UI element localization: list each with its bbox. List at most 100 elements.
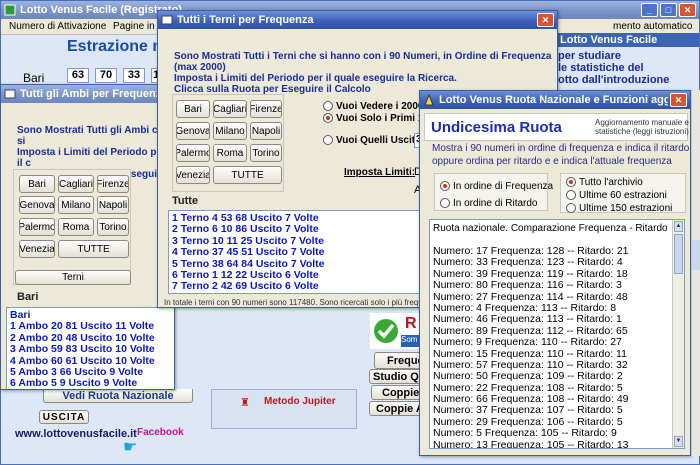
list-scrollbar[interactable]: ▲ ▼ bbox=[672, 220, 684, 448]
list-item[interactable]: Numero: 80 Frequenza: 116 -- Ritardo: 3 bbox=[433, 279, 681, 291]
radio-150[interactable] bbox=[566, 203, 576, 214]
option-2000[interactable]: Vuoi Vedere i 2000 T bbox=[323, 101, 432, 112]
maximize-icon[interactable]: □ bbox=[660, 3, 677, 17]
facebook-link[interactable]: Facebook bbox=[137, 427, 184, 438]
terni-list[interactable]: 1 Terno 4 53 68 Uscito 7 Volte 2 Terno 6… bbox=[168, 210, 426, 294]
studio-button[interactable]: Studio Qua bbox=[369, 369, 424, 384]
ruota-nazionale-label: Vedi Ruota Nazionale bbox=[62, 389, 174, 402]
list-item[interactable]: 7 Terno 2 42 69 Uscito 6 Volte bbox=[172, 280, 422, 292]
ambi-titlebar[interactable]: Tutti gli Ambi per Frequenza bbox=[1, 85, 174, 103]
minimize-icon[interactable]: _ bbox=[641, 3, 658, 17]
website-link[interactable]: www.lottovenusfacile.it bbox=[15, 428, 137, 440]
right-panel-line: le statistiche del bbox=[558, 62, 644, 74]
right-panel-title: Lotto Venus Facile bbox=[554, 33, 699, 47]
terni-wheel-palermo[interactable]: Palermo bbox=[176, 144, 210, 162]
right-info-panel: Lotto Venus Facile per studiare le stati… bbox=[554, 33, 699, 93]
list-item[interactable]: 3 Ambo 59 83 Uscito 10 Volte bbox=[10, 343, 172, 355]
ambi-list[interactable]: Bari 1 Ambo 20 81 Uscito 11 Volte 2 Ambo… bbox=[6, 307, 174, 389]
order-ritardo[interactable]: In ordine di Ritardo bbox=[440, 198, 538, 209]
close-icon[interactable]: ✕ bbox=[670, 93, 687, 107]
undicesima-subnote: Aggiornamento manuale e statistiche (leg… bbox=[595, 118, 689, 136]
ambi-wheel-bari[interactable]: Bari bbox=[19, 175, 55, 193]
radio-frequenza[interactable] bbox=[440, 181, 450, 192]
ambi-wheel-palermo[interactable]: Palermo bbox=[19, 218, 55, 236]
order-ritardo-label: In ordine di Ritardo bbox=[453, 198, 538, 209]
main-scrollbar[interactable] bbox=[691, 90, 700, 456]
radio-ritardo[interactable] bbox=[440, 198, 450, 209]
menu-attivazione[interactable]: Numero di Attivazione bbox=[9, 21, 106, 32]
order-frequenza[interactable]: In ordine di Frequenza bbox=[440, 181, 553, 192]
range-60[interactable]: Ultime 60 estrazioni bbox=[566, 190, 667, 201]
ambi-wheel-genova[interactable]: Genova bbox=[19, 196, 55, 214]
option-usciti[interactable]: Vuoi Quelli Usciti bbox=[323, 135, 418, 146]
subnote-line: statistiche (leggi istruzioni) bbox=[595, 127, 689, 136]
terni-wheel-cagliari[interactable]: Cagliari bbox=[213, 100, 247, 118]
subnote-line: Aggiornamento manuale e bbox=[595, 118, 689, 127]
checkmark-icon bbox=[374, 319, 398, 343]
ambi-desc-line: Imposta i Limiti del Periodo per il c bbox=[17, 147, 166, 169]
radio-60[interactable] bbox=[566, 190, 576, 201]
ambi-wheel-cagliari[interactable]: Cagliari bbox=[58, 175, 94, 193]
radio-tutto[interactable] bbox=[566, 177, 576, 188]
terni-desc-line: Sono Mostrati Tutti i Terni che si hanno… bbox=[174, 51, 552, 73]
ambi-desc-line: Sono Mostrati Tutti gli Ambi che si bbox=[17, 125, 170, 147]
close-icon[interactable]: ✕ bbox=[537, 13, 554, 27]
frequenza-ritardo-list[interactable]: Ruota nazionale. Comparazione Frequenza … bbox=[429, 219, 685, 449]
radio-100[interactable] bbox=[323, 113, 333, 124]
range-tutto[interactable]: Tutto l'archivio bbox=[566, 177, 643, 188]
range-150[interactable]: Ultime 150 estrazioni bbox=[566, 203, 672, 214]
list-item[interactable]: 6 Ambo 5 9 Uscito 9 Volte bbox=[10, 377, 172, 389]
list-item[interactable]: Numero: 13 Frequenza: 105 -- Ritardo: 13 bbox=[433, 439, 681, 448]
terni-wheel-torino[interactable]: Torino bbox=[250, 144, 282, 162]
ambi-wheel-roma[interactable]: Roma bbox=[58, 218, 94, 236]
close-icon[interactable]: ✕ bbox=[679, 3, 696, 17]
scroll-thumb[interactable] bbox=[674, 234, 683, 274]
estrazione-heading: Estrazione n bbox=[67, 38, 163, 55]
undicesima-header: Undicesima Ruota Aggiornamento manuale e… bbox=[424, 113, 689, 141]
uscita-button[interactable]: USCITA bbox=[39, 410, 89, 424]
radio-usciti[interactable] bbox=[323, 135, 333, 146]
list-item[interactable]: Numero: 9 Frequenza: 110 -- Ritardo: 27 bbox=[433, 336, 681, 348]
terni-wheel-venezia[interactable]: Venezia bbox=[176, 166, 210, 184]
radio-2000[interactable] bbox=[323, 101, 333, 112]
undicesima-desc: Mostra i 90 numeri in ordine di frequenz… bbox=[432, 142, 689, 168]
option-100[interactable]: Vuoi Solo i Primi 100 bbox=[323, 113, 435, 124]
ambi-wheel-napoli[interactable]: Napoli bbox=[97, 196, 129, 214]
som-label: Som bbox=[401, 335, 420, 347]
terni-button[interactable]: Terni bbox=[15, 270, 131, 285]
terni-wheel-genova[interactable]: Genova bbox=[176, 122, 210, 140]
ambi-wheel-tutte[interactable]: TUTTE bbox=[58, 240, 129, 258]
list-item[interactable]: Numero: 5 Frequenza: 105 -- Ritardo: 9 bbox=[433, 427, 681, 439]
option-usciti-label: Vuoi Quelli Usciti bbox=[336, 135, 418, 146]
ruota-nazionale-button[interactable]: Vedi Ruota Nazionale bbox=[43, 389, 193, 403]
frequenze-button[interactable]: Frequen bbox=[374, 352, 424, 369]
main-scroll-thumb[interactable] bbox=[692, 240, 700, 270]
undicesima-desc-line: Mostra i 90 numeri in ordine di frequenz… bbox=[432, 143, 690, 154]
terni-wheel-tutte[interactable]: TUTTE bbox=[213, 166, 282, 184]
ambi-wheel-firenze[interactable]: Firenze bbox=[97, 175, 129, 193]
terni-wheel-bari[interactable]: Bari bbox=[176, 100, 210, 118]
scroll-up-icon[interactable]: ▲ bbox=[674, 221, 683, 232]
ambi-wheel-milano[interactable]: Milano bbox=[58, 196, 94, 214]
window-icon bbox=[423, 93, 435, 106]
number-cell: 70 bbox=[95, 68, 117, 83]
coppie-button-1[interactable]: Coppie A bbox=[371, 385, 424, 400]
ambi-wheel-venezia[interactable]: Venezia bbox=[19, 240, 55, 258]
undicesima-titlebar[interactable]: Lotto Venus Ruota Nazionale e Funzioni a… bbox=[420, 91, 690, 109]
ambi-wheel-torino[interactable]: Torino bbox=[97, 218, 129, 236]
terni-wheel-napoli[interactable]: Napoli bbox=[250, 122, 282, 140]
list-title: Ruota nazionale. Comparazione Frequenza … bbox=[433, 223, 668, 234]
terni-wheel-roma[interactable]: Roma bbox=[213, 144, 247, 162]
undicesima-title: Lotto Venus Ruota Nazionale e Funzioni a… bbox=[439, 94, 668, 106]
right-panel-line: per studiare bbox=[558, 50, 621, 62]
terni-title: Tutti i Terni per Frequenza bbox=[177, 14, 314, 26]
list-item[interactable]: 4 Terno 37 45 51 Uscito 7 Volte bbox=[172, 246, 422, 258]
list-item[interactable]: Numero: 50 Frequenza: 109 -- Ritardo: 2 bbox=[433, 370, 681, 382]
scroll-down-icon[interactable]: ▼ bbox=[674, 436, 683, 447]
terni-wheel-milano[interactable]: Milano bbox=[213, 122, 247, 140]
metodo-jupiter-panel[interactable]: ♜ Metodo Jupiter bbox=[211, 389, 357, 429]
terni-titlebar[interactable]: Tutti i Terni per Frequenza ✕ bbox=[158, 11, 557, 29]
coppie-button-2[interactable]: Coppie Am bbox=[369, 401, 424, 416]
menu-aggiornamento[interactable]: mento automatico bbox=[613, 21, 693, 32]
terni-wheel-firenze[interactable]: Firenze bbox=[250, 100, 282, 118]
